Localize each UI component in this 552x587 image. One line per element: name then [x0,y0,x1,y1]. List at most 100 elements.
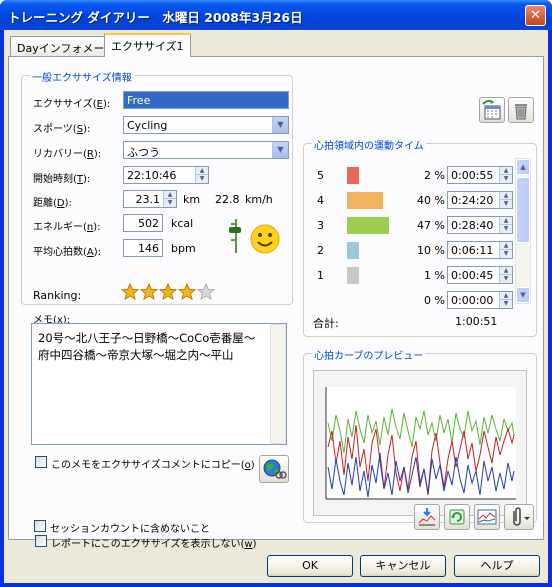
hr-zone-row: 5 2 % [309,165,445,189]
distance-unit: km [183,193,201,206]
zone-time-input[interactable]: 0:06:11 ▲ ▼ [447,241,513,259]
zone-number: 2 [317,244,324,257]
hr-zone-row: 0 % [309,290,445,314]
memo-scrollbar[interactable] [270,324,286,444]
hide-in-report-checkbox[interactable] [35,535,47,547]
spin-down-icon[interactable]: ▼ [500,275,512,283]
zone-time-spinner[interactable]: ▲ ▼ [499,242,512,258]
star-icon[interactable] [159,283,177,301]
avg-hr-input[interactable]: 146 [123,239,163,257]
star-icon[interactable] [140,283,158,301]
spin-up-icon[interactable]: ▲ [500,242,512,250]
scroll-down-icon[interactable]: ▼ [516,287,530,303]
zone-time-value: 0:24:20 [451,194,494,207]
refresh-button[interactable] [444,504,470,530]
scroll-up-icon[interactable]: ▲ [516,159,530,175]
spin-down-icon[interactable]: ▼ [164,199,176,207]
exclude-session-checkbox[interactable] [34,520,46,532]
help-button[interactable]: ヘルプ [454,555,540,577]
star-icon[interactable] [197,283,215,301]
zone-bar [347,192,383,209]
star-icon[interactable] [121,283,139,301]
hr-zones-title: 心拍領域内の運動タイム [312,137,426,152]
sport-select[interactable]: Cycling ▼ [123,116,289,134]
spin-up-icon[interactable]: ▲ [500,292,512,300]
zone-time-spinner[interactable]: ▲ ▼ [499,192,512,208]
zone-time-spinner[interactable]: ▲ ▼ [499,167,512,183]
delete-exercise-button[interactable] [508,97,534,123]
trash-icon [515,104,527,120]
avg-hr-unit: bpm [171,242,196,255]
cancel-button[interactable]: キャンセル [360,555,446,577]
hr-zone-row: 3 47 % [309,215,445,239]
start-time-input[interactable]: 22:10:46 ▲ ▼ [123,166,209,184]
smiley-face-icon[interactable] [249,223,281,255]
sport-label: スポーツ(S): [33,124,91,135]
zone-time-input[interactable]: 0:00:55 ▲ ▼ [447,166,513,184]
spin-down-icon[interactable]: ▼ [500,300,512,308]
calendar-move-button[interactable] [479,97,505,123]
zone-time-spinner[interactable]: ▲ ▼ [499,267,512,283]
chevron-down-icon[interactable]: ▼ [272,117,288,133]
scroll-thumb[interactable] [516,177,530,243]
hr-curve-preview-title: 心拍カーブのプレビュー [312,347,426,362]
hr-curve-chart [325,387,516,500]
zone-number: 1 [317,269,324,282]
zone-time-input[interactable]: 0:00:00 ▲ ▼ [447,291,513,309]
export-button[interactable] [414,504,440,530]
energy-label: エネルギー(n): [33,222,101,233]
star-icon[interactable] [178,283,196,301]
spin-up-icon[interactable]: ▲ [500,192,512,200]
spin-down-icon[interactable]: ▼ [500,225,512,233]
recovery-label: リカバリー(R): [33,149,102,160]
exercise-name-input[interactable]: Free [123,91,289,109]
spin-down-icon[interactable]: ▼ [196,175,208,183]
zone-percent: 40 % [417,194,445,207]
tab-exercise-1[interactable]: エクササイズ1 [104,33,191,57]
zone-time-value: 0:00:00 [451,294,494,307]
hide-in-report-label: レポートにこのエクササイズを表示しない(w) [51,539,257,550]
copy-memo-checkbox[interactable] [35,456,47,468]
zones-scrollbar[interactable]: ▲ ▼ [515,158,531,304]
zone-time-value: 0:00:45 [451,269,494,282]
zone-time-input[interactable]: 0:24:20 ▲ ▼ [447,191,513,209]
zone-time-spinner[interactable]: ▲ ▼ [499,292,512,308]
distance-spinner[interactable]: ▲ ▼ [163,191,176,207]
spin-down-icon[interactable]: ▼ [500,250,512,258]
distance-value: 23.1 [135,193,161,206]
hr-curve-preview[interactable] [313,370,527,516]
start-time-spinner[interactable]: ▲ ▼ [195,167,208,183]
zone-time-input[interactable]: 0:00:45 ▲ ▼ [447,266,513,284]
zone-number: 5 [317,169,324,182]
hr-zone-times: 0:00:55 ▲ ▼ 0:24:20 ▲ ▼ 0:28:40 ▲ ▼ 0:06:11 ▲ ▼ 0:00… [447,157,517,309]
spin-up-icon[interactable]: ▲ [500,267,512,275]
recovery-select[interactable]: ふつう ▼ [123,141,289,159]
attachment-menu-button[interactable] [504,504,534,530]
mood-slider[interactable] [229,219,243,253]
copy-memo-label: このメモをエクササイズコメントにコピー(o) [51,460,255,471]
sport-value: Cycling [127,119,168,132]
hr-zone-row: 4 40 % [309,190,445,214]
spin-up-icon[interactable]: ▲ [500,167,512,175]
energy-input[interactable]: 502 [123,214,163,232]
zone-time-input[interactable]: 0:28:40 ▲ ▼ [447,216,513,234]
web-link-button[interactable] [259,455,289,483]
zone-bar [347,217,389,234]
start-time-value: 22:10:46 [127,169,177,182]
memo-textarea[interactable]: 20号～北八王子～日野橋～CoCo壱番屋～府中四谷橋～帝京大塚～堀之内～平山 [31,323,287,445]
close-window-button[interactable]: ✕ [525,5,546,26]
spin-down-icon[interactable]: ▼ [500,200,512,208]
spin-up-icon[interactable]: ▲ [196,167,208,175]
title-bar[interactable]: トレーニング ダイアリー 水曜日 2008年3月26日 ✕ [0,0,552,30]
zone-bar [347,242,359,259]
spin-up-icon[interactable]: ▲ [500,217,512,225]
ranking-stars[interactable] [121,283,221,301]
distance-input[interactable]: 23.1 ▲ ▼ [123,190,177,208]
show-chart-button[interactable] [474,504,500,530]
chevron-down-icon[interactable]: ▼ [272,142,288,158]
ranking-label: Ranking: [33,289,82,302]
ok-button[interactable]: OK [267,555,353,577]
zone-time-spinner[interactable]: ▲ ▼ [499,217,512,233]
spin-up-icon[interactable]: ▲ [164,191,176,199]
spin-down-icon[interactable]: ▼ [500,175,512,183]
